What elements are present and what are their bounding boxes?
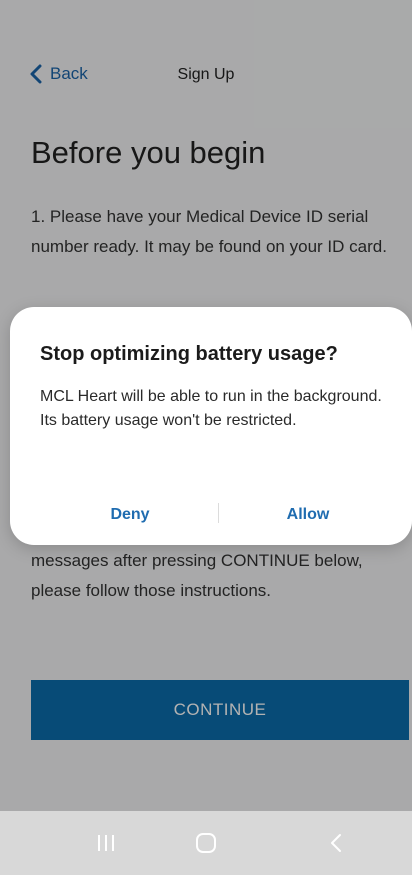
button-divider [218,503,219,523]
deny-button[interactable]: Deny [70,493,190,537]
recent-apps-icon [98,835,114,851]
dialog-actions: Deny Allow [10,493,412,537]
dialog-title: Stop optimizing battery usage? [40,343,338,365]
home-icon [196,833,216,853]
allow-button[interactable]: Allow [248,493,368,537]
back-icon [331,834,341,852]
home-button[interactable] [166,811,246,875]
system-navigation-bar [0,811,412,875]
recent-apps-button[interactable] [66,811,146,875]
system-back-button[interactable] [296,811,376,875]
dialog-message: MCL Heart will be able to run in the bac… [40,388,382,429]
battery-optimization-dialog: Stop optimizing battery usage? MCL Heart… [10,307,412,545]
